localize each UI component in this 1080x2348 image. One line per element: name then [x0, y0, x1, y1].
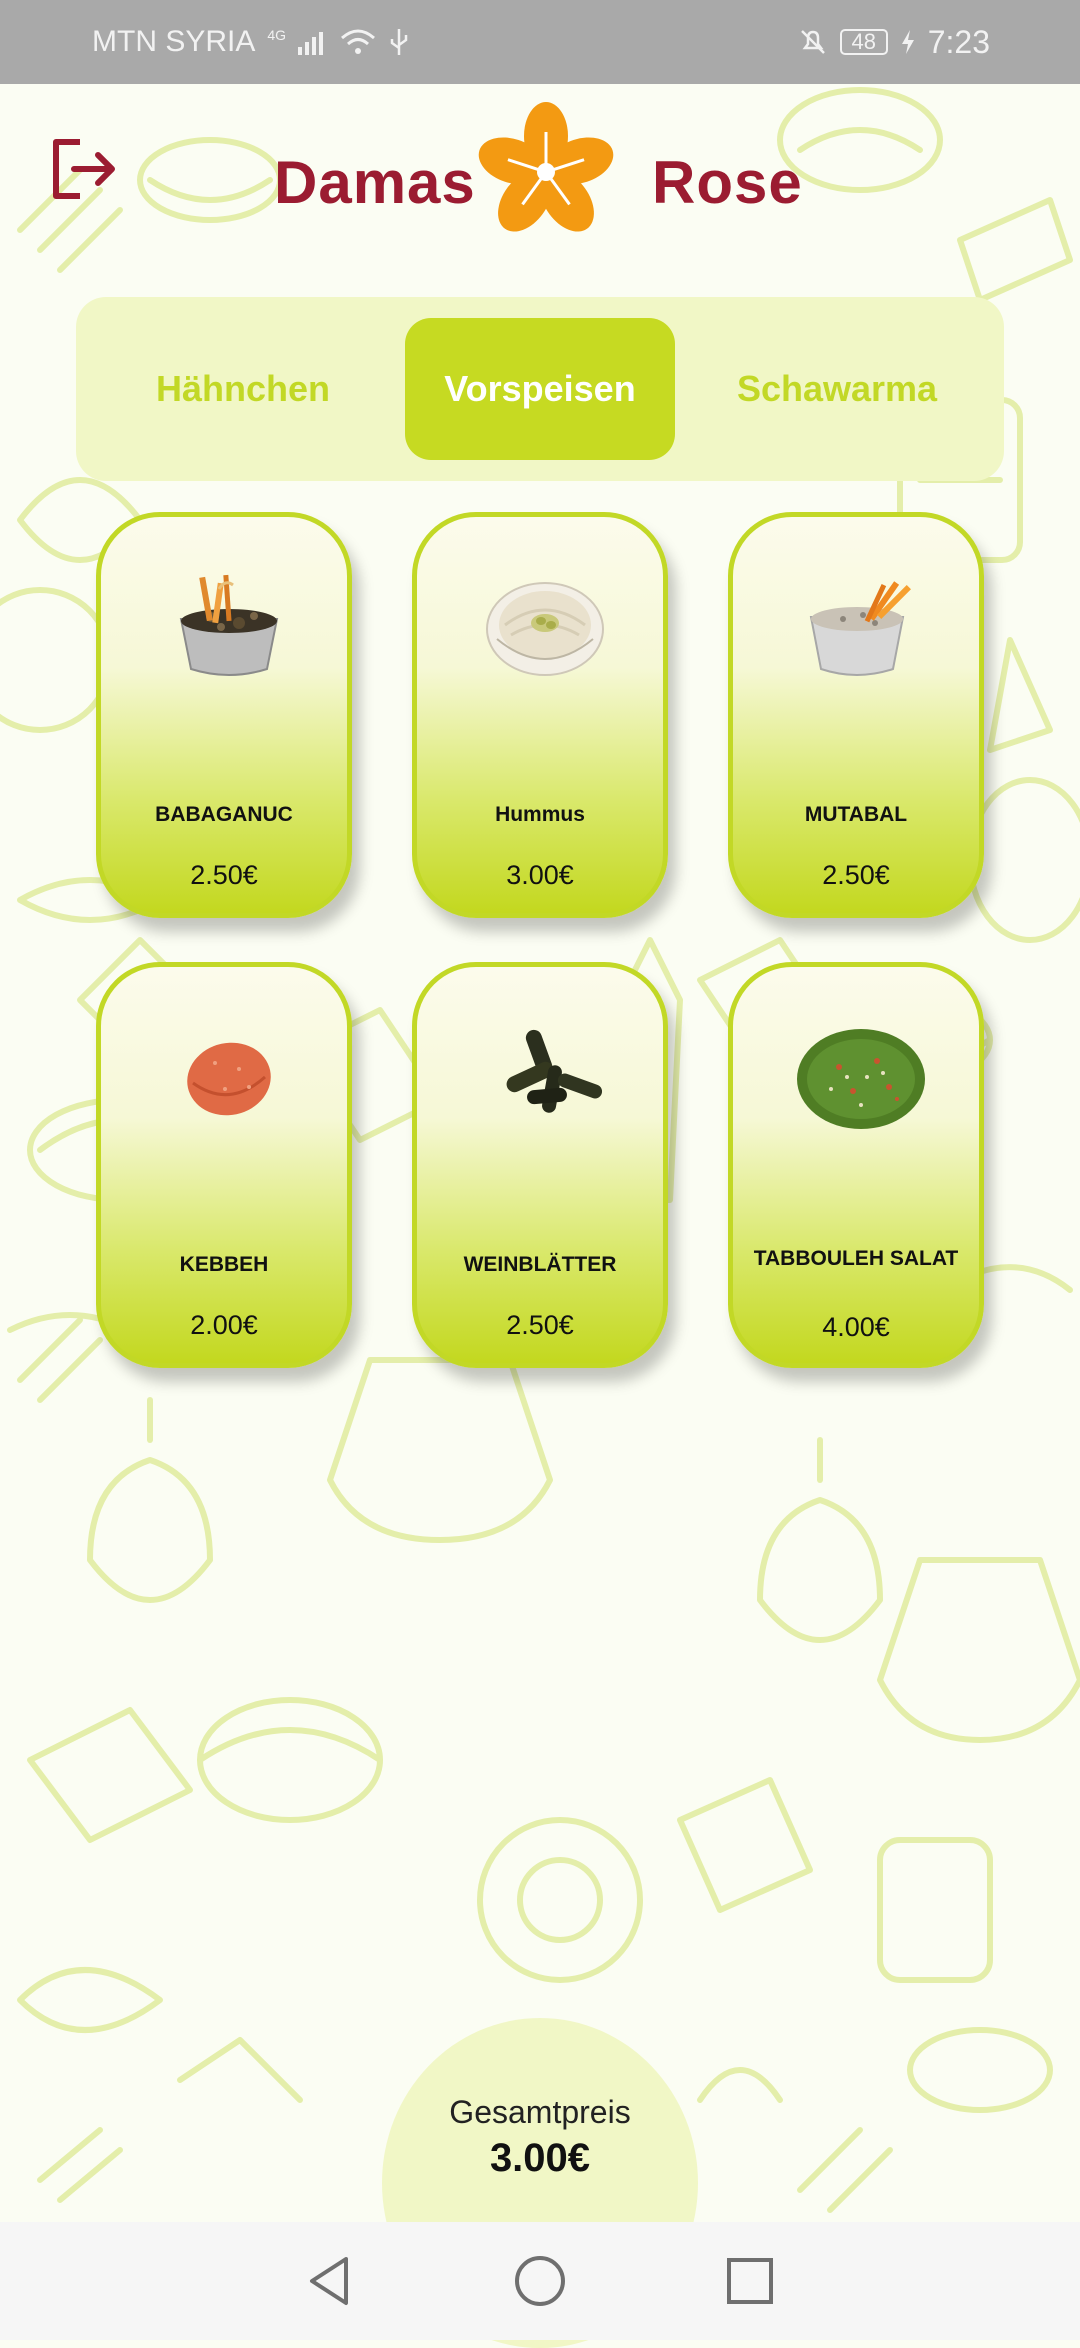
- product-card-tabbouleh[interactable]: TABBOULEH SALAT 4.00€: [728, 962, 984, 1368]
- network-type: 4G: [267, 27, 287, 43]
- navigation-bar: [0, 2222, 1080, 2340]
- flower-icon: [478, 102, 614, 232]
- status-right: 48 7:23: [798, 24, 990, 61]
- home-icon[interactable]: [510, 2251, 570, 2311]
- product-card-hummus[interactable]: Hummus 3.00€: [412, 512, 668, 918]
- tab-schawarma[interactable]: Schawarma: [702, 318, 972, 460]
- product-grid: BABAGANUC 2.50€ Hummus 3.00€ MUTABAL 2.5…: [96, 512, 986, 1368]
- product-card-kebbeh[interactable]: KEBBEH 2.00€: [96, 962, 352, 1368]
- product-card-babaganuc[interactable]: BABAGANUC 2.50€: [96, 512, 352, 918]
- product-name: WEINBLÄTTER: [463, 1253, 617, 1276]
- tab-haehnchen[interactable]: Hähnchen: [108, 318, 378, 460]
- charging-icon: [901, 30, 914, 54]
- wifi-icon: [341, 29, 376, 54]
- logo-text-left: Damas: [274, 149, 476, 216]
- tab-vorspeisen[interactable]: Vorspeisen: [405, 318, 675, 460]
- kebbeh-photo: [187, 1042, 271, 1116]
- product-name: MUTABAL: [804, 803, 908, 826]
- total-value: 3.00€: [489, 2136, 591, 2180]
- hummus-photo: [486, 582, 604, 676]
- weinblaetter-photo: [506, 1029, 603, 1113]
- tabbouleh-photo: [797, 1029, 925, 1129]
- product-name: Hummus: [495, 803, 585, 826]
- logo: Damas Rose: [270, 102, 810, 242]
- mute-bell-icon: [800, 30, 825, 54]
- product-card-weinblaetter[interactable]: WEINBLÄTTER 2.50€: [412, 962, 668, 1368]
- product-name: KEBBEH: [179, 1253, 269, 1276]
- product-price: 2.50€: [822, 860, 890, 890]
- recents-icon[interactable]: [720, 2251, 780, 2311]
- clock: 7:23: [927, 23, 990, 60]
- usb-icon: [390, 29, 408, 55]
- total-label: Gesamtpreis: [449, 2094, 631, 2130]
- mutabal-photo: [809, 581, 911, 676]
- product-price: 2.50€: [506, 1310, 574, 1340]
- product-price: 2.50€: [190, 860, 258, 890]
- back-icon[interactable]: [300, 2251, 360, 2311]
- app-header: Damas Rose: [0, 84, 1080, 264]
- category-tabs: Hähnchen Vorspeisen Schawarma: [76, 297, 1004, 481]
- product-price: 3.00€: [506, 860, 574, 890]
- product-card-mutabal[interactable]: MUTABAL 2.50€: [728, 512, 984, 918]
- product-price: 4.00€: [822, 1312, 890, 1342]
- product-name: TABBOULEH SALAT: [753, 1247, 959, 1270]
- carrier-label: MTN SYRIA: [92, 25, 256, 58]
- status-left: MTN SYRIA 4G: [92, 25, 410, 59]
- battery-indicator: 48: [839, 29, 888, 55]
- product-price: 2.00€: [190, 1310, 258, 1340]
- babaganuc-photo: [179, 574, 279, 676]
- logo-text-right: Rose: [652, 149, 803, 216]
- status-bar: MTN SYRIA 4G 48 7:23: [0, 0, 1080, 84]
- logout-icon[interactable]: [50, 136, 120, 202]
- signal-icon: [298, 32, 324, 55]
- product-name: BABAGANUC: [155, 803, 293, 826]
